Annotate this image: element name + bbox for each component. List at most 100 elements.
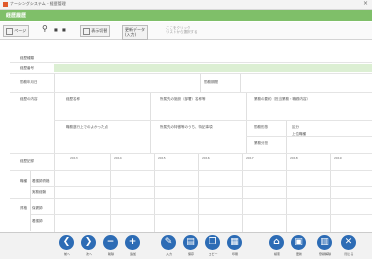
search-label: 検索 (273, 252, 280, 256)
divider (10, 92, 372, 93)
add-button[interactable]: + 追加 (124, 235, 142, 257)
divider (10, 62, 372, 63)
divider (10, 153, 372, 154)
prev-icon: ❮ (59, 235, 74, 250)
category-license: 資格 (20, 206, 27, 210)
extra-label-division: 業務分担 (254, 141, 268, 145)
print-icon: ▦ (227, 235, 242, 250)
year-4: 2016 (202, 156, 210, 160)
next-label: 次へ (85, 252, 92, 256)
divider (198, 154, 199, 232)
page-button[interactable]: ページ (3, 25, 30, 37)
minus-icon: − (103, 235, 118, 250)
row-label-period: 勤務期間 (204, 80, 218, 84)
col-header-name: 経歴名称 (66, 97, 80, 101)
window-title: ナーシングシステム - 経歴管理 (10, 1, 66, 6)
search-option-2[interactable]: ■ (62, 27, 66, 38)
divider (30, 186, 372, 187)
section-label-content: 経歴の内容 (20, 97, 38, 101)
occupation-sub-1: 看護師資格 (32, 179, 50, 183)
save-button[interactable]: ▤ 保存 (182, 235, 200, 257)
delete-button[interactable]: − 削除 (102, 235, 120, 257)
divider (246, 93, 247, 153)
window-titlebar: ナーシングシステム - 経歴管理 × (0, 0, 372, 10)
search-icon[interactable]: ⚲ (42, 24, 48, 35)
prev-button[interactable]: ❮ 前へ (58, 235, 76, 257)
year-5: 2017 (246, 156, 254, 160)
year-7: 2019 (334, 156, 342, 160)
divider (286, 121, 287, 153)
toggle-display-label: 表示切替 (91, 28, 108, 33)
number-field[interactable] (54, 64, 372, 72)
row-label-number: 経歴番号 (20, 66, 34, 70)
divider (330, 154, 331, 232)
update-icon: ▣ (291, 235, 306, 250)
update-label: 更新 (295, 252, 302, 256)
app-icon (3, 2, 8, 7)
prev-label: 前へ (63, 252, 70, 256)
divider (10, 170, 372, 171)
next-icon: ❯ (81, 235, 96, 250)
col-header-facility: 所属先の施設（部署）名称等 (160, 97, 206, 101)
copy-button[interactable]: ❐ コピー (204, 235, 222, 257)
print-button[interactable]: ▦ 印刷 (226, 235, 244, 257)
row-label-type: 経歴種類 (20, 56, 34, 60)
pen-icon: ✎ (161, 235, 176, 250)
divider (54, 74, 55, 92)
update-data-sub: (入力) (125, 32, 137, 37)
col-header-duties: 業務の要約（担当業務・職務内容） (254, 97, 310, 101)
save-label: 保存 (187, 252, 194, 256)
page-label: ページ (14, 28, 27, 33)
toolbar: ページ ⚲ ■ ■ 表示切替 更新データ (入力) ここをクリック リストから選… (0, 22, 372, 40)
divider (54, 120, 372, 121)
unregister-icon: ▥ (317, 235, 332, 250)
unregister-label: 登録解除 (318, 252, 331, 256)
page-icon (6, 27, 13, 35)
plus-icon: + (125, 235, 140, 250)
divider (242, 154, 243, 232)
col-header-shift: 勤務形態 (254, 125, 268, 129)
divider (246, 136, 372, 137)
category-occupation: 職種 (20, 179, 27, 183)
divider (10, 198, 372, 199)
next-button[interactable]: ❯ 次へ (80, 235, 98, 257)
document-icon: ▤ (183, 235, 198, 250)
add-label: 追加 (129, 252, 136, 256)
copy-icon: ❐ (205, 235, 220, 250)
search-option-1[interactable]: ■ (54, 27, 58, 38)
occupation-sub-2: 実務経験 (32, 190, 46, 194)
col-header-notes: 所属先の特徴等のうち、特記事項 (160, 125, 213, 129)
update-data-button[interactable]: 更新データ (入力) (122, 25, 148, 40)
unregister-button[interactable]: ▥ 登録解除 (316, 235, 334, 257)
search-button[interactable]: ⌂ 検索 (268, 235, 286, 257)
form-area: 経歴種類 経歴番号 勤務年月日 勤務期間 経歴の内容 経歴名称 所属先の施設（部… (10, 48, 372, 232)
window-close-icon[interactable]: × (363, 0, 368, 7)
copy-label: コピー (208, 252, 218, 256)
update-button[interactable]: ▣ 更新 (290, 235, 308, 257)
divider (54, 154, 55, 232)
year-1: 2013 (70, 156, 78, 160)
close-icon: ✕ (341, 235, 356, 250)
divider (240, 74, 241, 92)
extra-label-senior: 上位職種 (292, 132, 306, 136)
search-page-icon: ⌂ (269, 235, 284, 250)
history-label: 経歴記録 (20, 159, 34, 163)
divider (30, 214, 372, 215)
divider (110, 154, 111, 232)
toggle-display-button[interactable]: 表示切替 (80, 25, 111, 37)
divider (10, 73, 372, 74)
list-icon (83, 27, 90, 35)
close-button[interactable]: ✕ 閉じる (340, 235, 358, 257)
close-label: 閉じる (344, 252, 354, 256)
input-label: 入力 (165, 252, 172, 256)
divider (54, 93, 55, 153)
bottom-toolbar: ❮ 前へ ❯ 次へ − 削除 + 追加 ✎ 入力 ▤ 保存 ❐ コピー ▦ 印刷 ⌂ 検索 ▣ 更新… (0, 232, 372, 259)
screen-title: 経歴履歴 (6, 13, 27, 19)
divider (154, 154, 155, 232)
divider (30, 171, 31, 231)
input-button[interactable]: ✎ 入力 (160, 235, 178, 257)
screen-title-bar: 経歴履歴 (0, 10, 372, 21)
license-sub-1: 保健師 (32, 206, 43, 210)
col-header-merits: 職務遂行上でのよかった点 (66, 125, 108, 129)
year-6: 2018 (290, 156, 298, 160)
